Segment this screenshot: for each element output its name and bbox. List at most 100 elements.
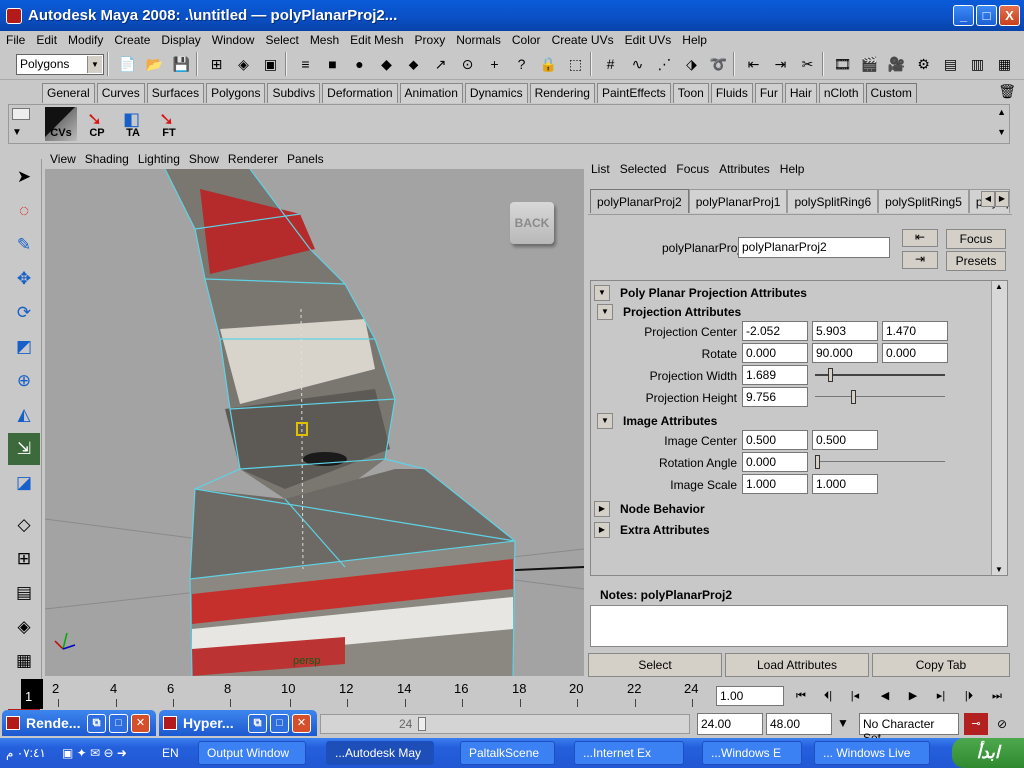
render-current-frame-icon[interactable]: 🎬 (858, 53, 881, 76)
select-by-hierarchy-icon[interactable]: ⊞ (205, 53, 228, 76)
chevron-left-icon[interactable]: ◀ (981, 191, 995, 207)
shelf-tab-animation[interactable]: Animation (399, 83, 463, 103)
universal-manipulator-icon[interactable]: ⊕ (8, 365, 40, 397)
shelf-button-cvs[interactable]: CVs (45, 107, 77, 141)
menu-edit-mesh[interactable]: Edit Mesh (350, 33, 403, 47)
range-bar[interactable]: 24 (320, 714, 690, 734)
viewport-menu-shading[interactable]: Shading (85, 152, 129, 166)
step-forward-key-icon[interactable]: ▸| (930, 686, 952, 706)
restore-icon[interactable]: ⧉ (248, 713, 267, 733)
node-name-field[interactable]: polyPlanarProj2 (738, 237, 890, 258)
tool-settings-toggle-icon[interactable]: ▦ (993, 53, 1016, 76)
select-curves-icon[interactable]: ◆ (375, 53, 398, 76)
maximize-button[interactable]: □ (976, 5, 997, 26)
four-view-layout-icon[interactable]: ⊞ (8, 543, 40, 575)
mask-menu-icon[interactable]: ≡ (294, 53, 317, 76)
maya-app-icon[interactable] (6, 7, 22, 24)
character-set-dropdown[interactable]: No Character Set (859, 713, 959, 745)
ae-menu-attributes[interactable]: Attributes (719, 162, 770, 176)
trash-icon[interactable]: 🗑 (998, 83, 1016, 100)
select-joints-icon[interactable]: ● (348, 53, 371, 76)
step-back-key-icon[interactable]: |◂ (844, 686, 866, 706)
menu-modify[interactable]: Modify (68, 33, 103, 47)
menu-color[interactable]: Color (512, 33, 541, 47)
shelf-tab-custom[interactable]: Custom (865, 83, 917, 103)
shelf-scroll-down-icon[interactable]: ▼ (997, 127, 1006, 137)
new-scene-icon[interactable]: 📄 (116, 53, 139, 76)
ae-menu-help[interactable]: Help (780, 162, 805, 176)
show-manipulator-icon[interactable]: ⇲ (8, 433, 40, 465)
input-ops-icon[interactable]: ⇤ (742, 53, 765, 76)
menu-set-dropdown[interactable]: Polygons ▼ (16, 53, 104, 75)
step-forward-frame-icon[interactable]: |⏵ (958, 686, 980, 706)
open-scene-icon[interactable]: 📂 (143, 53, 166, 76)
preferences-icon[interactable]: ⊘ (992, 713, 1012, 735)
taskbar-windows-explorer[interactable]: ...Windows E (702, 741, 802, 765)
make-live-icon[interactable]: ➰ (707, 53, 730, 76)
play-backwards-icon[interactable]: ◀ (874, 686, 896, 706)
select-dynamics-icon[interactable]: ⊙ (456, 53, 479, 76)
select-by-component-icon[interactable]: ▣ (259, 53, 282, 76)
snap-point-icon[interactable]: ⋰ (653, 53, 676, 76)
hypershade-layout-icon[interactable]: ▦ (8, 645, 40, 677)
select-deformations-icon[interactable]: ↗ (429, 53, 452, 76)
viewport-menu-lighting[interactable]: Lighting (138, 152, 180, 166)
step-back-frame-icon[interactable]: ⏴| (817, 686, 839, 706)
soft-modification-icon[interactable]: ◭ (8, 399, 40, 431)
shelf-tab-subdivs[interactable]: Subdivs (267, 83, 321, 103)
render-view-window[interactable]: Rende... ⧉ □ ✕ (2, 710, 156, 736)
tab-polysplitring6[interactable]: polySplitRing6 (787, 189, 879, 213)
rotation-angle-slider[interactable] (815, 454, 945, 470)
select-tool-icon[interactable]: ➤ (8, 161, 40, 193)
attribute-panel-scrollbar[interactable]: ▲ ▼ (991, 281, 1007, 575)
snap-view-plane-icon[interactable]: ⬗ (680, 53, 703, 76)
minimize-button[interactable]: _ (953, 5, 974, 26)
projection-height-slider[interactable] (815, 389, 945, 405)
shelf-tab-fluids[interactable]: Fluids (710, 83, 753, 103)
paint-select-tool-icon[interactable]: ✎ (8, 229, 40, 261)
menu-proxy[interactable]: Proxy (415, 33, 446, 47)
start-button[interactable]: ابدأ (952, 738, 1024, 768)
shelf-tab-painteffects[interactable]: PaintEffects (596, 83, 671, 103)
shelf-tab-general[interactable]: General (42, 83, 95, 103)
section-image-attributes[interactable]: ▼ Image Attributes (597, 412, 717, 430)
menu-help[interactable]: Help (682, 33, 707, 47)
shelf-tab-hair[interactable]: Hair (784, 83, 817, 103)
save-scene-icon[interactable]: 💾 (170, 53, 193, 76)
rotate-y[interactable]: 90.000 (812, 343, 878, 363)
menu-create-uvs[interactable]: Create UVs (552, 33, 614, 47)
channel-box-toggle-icon[interactable]: ▤ (939, 53, 962, 76)
menu-edit[interactable]: Edit (36, 33, 57, 47)
slider-thumb[interactable] (815, 455, 820, 469)
construction-history-icon[interactable]: ✂ (796, 53, 819, 76)
move-tool-icon[interactable]: ✥ (8, 263, 40, 295)
menu-mesh[interactable]: Mesh (310, 33, 339, 47)
section-projection-attributes[interactable]: ▼ Projection Attributes (597, 303, 741, 321)
chevron-down-icon[interactable]: ▼ (837, 716, 849, 730)
ae-menu-focus[interactable]: Focus (676, 162, 709, 176)
close-button[interactable]: X (999, 5, 1020, 26)
image-scale-u[interactable]: 1.000 (742, 474, 808, 494)
image-center-u[interactable]: 0.500 (742, 430, 808, 450)
viewport-menu-renderer[interactable]: Renderer (228, 152, 278, 166)
shelf-tab-surfaces[interactable]: Surfaces (146, 83, 205, 103)
hypershade-window[interactable]: Hyper... ⧉ □ ✕ (159, 710, 317, 736)
input-connections-icon[interactable]: ⇤ (902, 229, 938, 247)
maximize-icon[interactable]: □ (270, 713, 289, 733)
projection-center-z[interactable]: 1.470 (882, 321, 948, 341)
outliner-layout-icon[interactable]: ▤ (8, 577, 40, 609)
projection-center-y[interactable]: 5.903 (812, 321, 878, 341)
shelf-tab-deformation[interactable]: Deformation (322, 83, 398, 103)
select-misc-icon[interactable]: ? (510, 53, 533, 76)
menu-edit-uvs[interactable]: Edit UVs (625, 33, 672, 47)
rotate-z[interactable]: 0.000 (882, 343, 948, 363)
menu-display[interactable]: Display (161, 33, 200, 47)
shelf-tab-toon[interactable]: Toon (672, 83, 709, 103)
rotate-tool-icon[interactable]: ⟳ (8, 297, 40, 329)
auto-key-icon[interactable]: ⊸ (964, 713, 988, 735)
menu-normals[interactable]: Normals (456, 33, 501, 47)
tab-polyplanarproj2[interactable]: polyPlanarProj2 (590, 189, 689, 213)
shelf-button-ta[interactable]: ◧ TA (117, 107, 149, 141)
shelf-tab-fur[interactable]: Fur (754, 83, 783, 103)
close-icon[interactable]: ✕ (131, 713, 150, 733)
